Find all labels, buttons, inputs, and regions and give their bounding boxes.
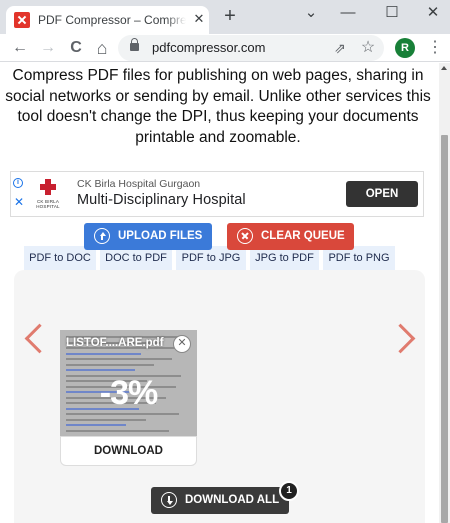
hospital-logo-text: CK BIRLA HOSPITAL — [36, 199, 60, 209]
clear-queue-label: CLEAR QUEUE — [261, 230, 345, 242]
clear-x-icon — [237, 228, 253, 244]
tab-title: PDF Compressor – Compress PDF — [38, 13, 186, 27]
pdf-thumbnail: LISTOF....ARE.pdf ✕ -3% — [60, 330, 197, 436]
lock-icon[interactable] — [130, 38, 139, 51]
intro-text: Compress PDF files for publishing on web… — [5, 67, 431, 146]
upload-files-label: UPLOAD FILES — [118, 230, 203, 242]
pdf-favicon-icon — [14, 12, 30, 28]
browser-tab[interactable]: PDF Compressor – Compress PDF ✕ — [6, 6, 209, 34]
back-icon[interactable]: ← — [8, 36, 32, 60]
carousel-prev-icon[interactable] — [20, 318, 46, 358]
queue-count-badge: 1 — [279, 481, 299, 501]
download-all-label: DOWNLOAD ALL — [185, 494, 280, 506]
hospital-logo: CK BIRLA HOSPITAL — [33, 177, 63, 211]
scroll-up-arrow-icon[interactable] — [441, 66, 447, 70]
address-bar[interactable]: pdfcompressor.com ⇗ ☆ — [118, 35, 384, 61]
ad-advertiser: CK Birla Hospital Gurgaon — [77, 178, 201, 190]
minimize-button[interactable]: — — [333, 2, 363, 24]
reload-icon[interactable]: C — [64, 36, 88, 60]
ad-open-button[interactable]: OPEN — [346, 181, 418, 207]
url-text[interactable]: pdfcompressor.com — [152, 40, 265, 55]
carousel-next-icon[interactable] — [392, 318, 418, 358]
bookmark-star-icon[interactable]: ☆ — [358, 38, 378, 58]
ad-close-icon[interactable]: ✕ — [13, 196, 25, 208]
ad-info-icon[interactable]: i — [13, 178, 23, 188]
forward-icon[interactable]: → — [36, 36, 60, 60]
medical-cross-icon — [40, 179, 56, 195]
profile-avatar[interactable]: R — [395, 38, 415, 58]
close-window-button[interactable]: ✕ — [418, 2, 448, 24]
new-tab-button[interactable]: + — [219, 6, 241, 28]
browser-tabstrip: PDF Compressor – Compress PDF ✕ + ⌄ — ☐ … — [0, 0, 450, 34]
file-name: LISTOF....ARE.pdf — [66, 337, 164, 349]
ad-headline[interactable]: Multi-Disciplinary Hospital — [77, 192, 246, 208]
ad-banner[interactable]: i ✕ CK BIRLA HOSPITAL CK Birla Hospital … — [10, 171, 424, 217]
upload-files-button[interactable]: UPLOAD FILES — [84, 223, 212, 250]
clear-queue-button[interactable]: CLEAR QUEUE — [227, 223, 354, 250]
download-all-button[interactable]: DOWNLOAD ALL — [151, 487, 289, 514]
browser-toolbar: ← → C ⌂ pdfcompressor.com ⇗ ☆ R ⋮ — [0, 34, 450, 62]
browser-menu-icon[interactable]: ⋮ — [425, 36, 445, 60]
tab-search-icon[interactable]: ⌄ — [296, 2, 326, 24]
download-button[interactable]: DOWNLOAD — [60, 436, 197, 466]
scrollbar-thumb[interactable] — [441, 135, 448, 523]
remove-file-icon[interactable]: ✕ — [173, 335, 191, 353]
page-scrollbar[interactable] — [439, 63, 450, 523]
maximize-button[interactable]: ☐ — [377, 2, 407, 24]
tab-close-icon[interactable]: ✕ — [192, 12, 206, 26]
file-card: LISTOF....ARE.pdf ✕ -3% DOWNLOAD — [60, 330, 197, 466]
share-icon[interactable]: ⇗ — [330, 38, 350, 58]
home-icon[interactable]: ⌂ — [90, 36, 114, 60]
download-arrow-icon — [161, 492, 177, 508]
compression-percent: -3% — [99, 374, 158, 412]
upload-arrow-icon — [94, 228, 110, 244]
